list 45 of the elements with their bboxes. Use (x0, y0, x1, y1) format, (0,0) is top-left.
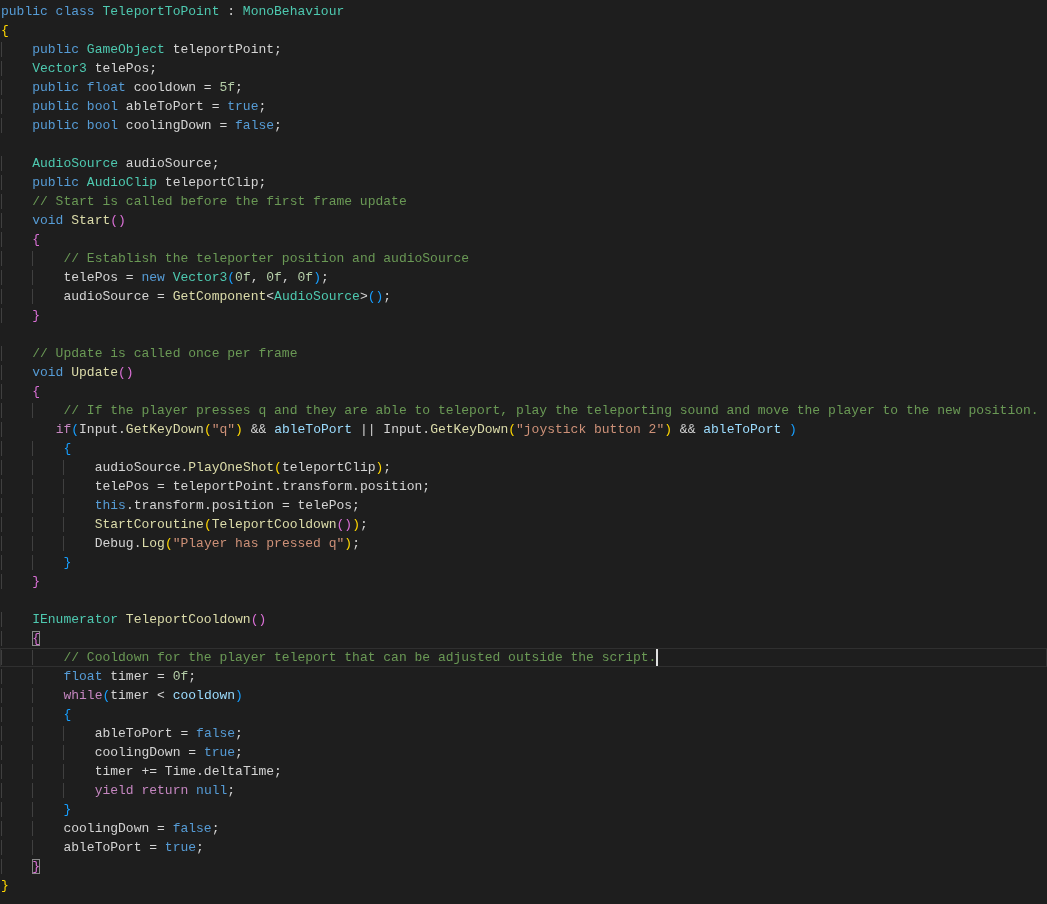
text-cursor (656, 649, 659, 666)
code-line: } (1, 554, 72, 571)
code-line: // If the player presses q and they are able to teleport, play the teleporting sound and move the player to the new position. (1, 402, 1039, 419)
code-line: // Start is called before the first frame update (1, 193, 407, 210)
code-line: public bool coolingDown = false; (1, 117, 282, 134)
code-line: { (1, 706, 72, 723)
code-line: timer += Time.deltaTime; (1, 763, 282, 780)
code-line: telePos = teleportPoint.transform.position; (1, 478, 431, 495)
code-line: StartCoroutine(TeleportCooldown()); (1, 516, 368, 533)
code-line: audioSource.PlayOneShot(teleportClip); (1, 459, 392, 476)
code-line: void Update() (1, 364, 134, 381)
code-line: } (1, 573, 41, 590)
code-line: if(Input.GetKeyDown("q") && ableToPort || Input.GetKeyDown("joystick button 2") && ableToPort ) (1, 421, 797, 438)
code-line: yield return null; (1, 782, 236, 799)
code-line: public AudioClip teleportClip; (1, 174, 267, 191)
code-line: IEnumerator TeleportCooldown() (1, 611, 267, 628)
code-line: { (1, 383, 41, 400)
code-line: } (1, 877, 9, 894)
code-line: { (1, 630, 41, 647)
code-line: telePos = new Vector3(0f, 0f, 0f); (1, 269, 329, 286)
code-line: ableToPort = true; (1, 839, 204, 856)
code-line: coolingDown = false; (1, 820, 220, 837)
code-line: { (1, 22, 9, 39)
code-line: audioSource = GetComponent<AudioSource>(); (1, 288, 392, 305)
code-line: public GameObject teleportPoint; (1, 41, 282, 58)
code-line: this.transform.position = telePos; (1, 497, 360, 514)
code-line: Debug.Log("Player has pressed q"); (1, 535, 360, 552)
code-line: { (1, 231, 41, 248)
code-line: } (1, 858, 41, 875)
code-line: public float cooldown = 5f; (1, 79, 243, 96)
code-line: // Establish the teleporter position and audioSource (1, 250, 470, 267)
code-line: public class TeleportToPoint : MonoBehaviour (1, 3, 345, 20)
code-line: // Cooldown for the player teleport that can be adjusted outside the script. (1, 649, 657, 666)
code-line: AudioSource audioSource; (1, 155, 220, 172)
code-line: { (1, 440, 72, 457)
code-line: Vector3 telePos; (1, 60, 158, 77)
code-line: float timer = 0f; (1, 668, 197, 685)
code-line: } (1, 307, 41, 324)
code-line: while(timer < cooldown) (1, 687, 243, 704)
code-line: // Update is called once per frame (1, 345, 298, 362)
code-line: } (1, 801, 72, 818)
code-line: public bool ableToPort = true; (1, 98, 267, 115)
code-line: coolingDown = true; (1, 744, 243, 761)
code-line: ableToPort = false; (1, 725, 243, 742)
code-line: void Start() (1, 212, 126, 229)
